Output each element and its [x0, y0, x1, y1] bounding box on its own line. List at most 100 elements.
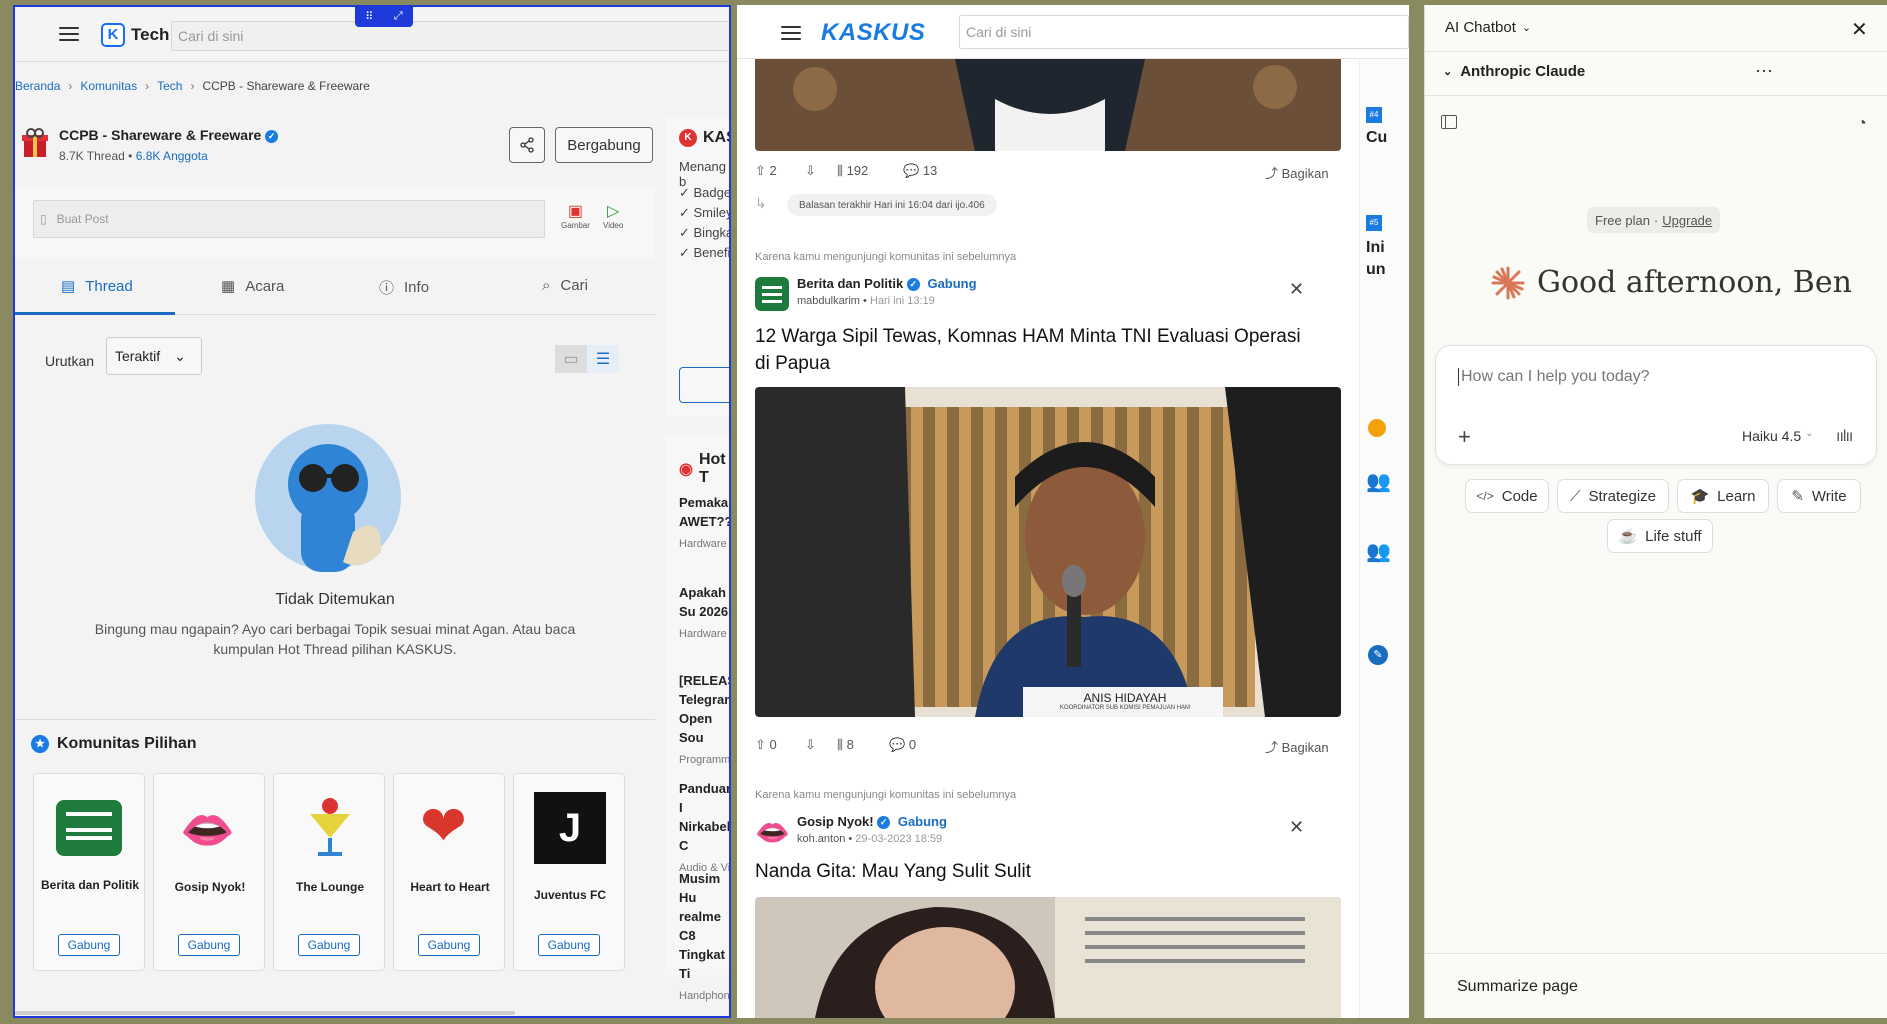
- community-card[interactable]: J Juventus FC Gabung: [513, 773, 625, 971]
- sort-select[interactable]: Teraktif ⌄: [106, 337, 202, 375]
- search-input[interactable]: Cari di sini: [959, 15, 1409, 49]
- post-title[interactable]: Nanda Gita: Mau Yang Sulit Sulit: [755, 861, 1031, 883]
- last-reply-badge[interactable]: Balasan terakhir Hari ini 16:04 dari ijo…: [787, 194, 997, 216]
- hot-thread-item[interactable]: Apakah Su 2026?Hardware C: [679, 583, 729, 644]
- chevron-down-icon: ⌄: [1521, 22, 1532, 34]
- create-post-input[interactable]: ▯ Buat Post: [33, 200, 545, 238]
- rank-badge: #4: [1366, 107, 1382, 123]
- share-button[interactable]: [509, 127, 545, 163]
- upvote-button[interactable]: ⇧ 2: [755, 163, 777, 179]
- summarize-page-button[interactable]: Summarize page: [1457, 978, 1578, 996]
- model-select[interactable]: Haiku 4.5 ⌄: [1742, 428, 1814, 444]
- sidebar-toggle-icon[interactable]: [1441, 115, 1457, 129]
- community-card[interactable]: ❤ Heart to Heart Gabung: [393, 773, 505, 971]
- add-video-button[interactable]: ▷ Video: [603, 201, 623, 230]
- menu-icon[interactable]: [781, 26, 801, 40]
- tab-info[interactable]: ⓘ Info: [379, 277, 429, 298]
- kaskus-logo[interactable]: KASKUS: [821, 19, 925, 47]
- join-link[interactable]: Gabung: [898, 814, 947, 829]
- downvote-icon[interactable]: ⇩: [805, 737, 816, 753]
- lounge-icon: [306, 794, 354, 858]
- card-view-button[interactable]: ▭: [555, 345, 587, 373]
- search-icon: ⌕: [542, 277, 551, 294]
- share-icon: [520, 137, 534, 153]
- community-avatar-news[interactable]: [755, 277, 789, 311]
- join-button[interactable]: Gabung: [178, 934, 240, 956]
- chip-code[interactable]: </> Code: [1465, 479, 1549, 513]
- middle-browser-pane: KASKUS Cari di sini ⇧ 2 ⇩ ⫼ 192 💬 13 ⤴ B…: [737, 5, 1409, 1018]
- chip-life-stuff[interactable]: ☕ Life stuff: [1607, 519, 1713, 553]
- voice-icon[interactable]: ıılıı: [1836, 428, 1853, 446]
- trending-title[interactable]: Cu: [1366, 129, 1387, 147]
- lips-icon: 👄: [180, 806, 235, 855]
- hot-thread-item[interactable]: Musim Hu realme C8 Tingkat Ti Handphone: [679, 869, 729, 1006]
- kaskus-logo-icon[interactable]: K: [101, 23, 125, 47]
- sidebar-button[interactable]: [679, 367, 729, 403]
- post-community[interactable]: Gosip Nyok! ✓ Gabung: [797, 814, 947, 830]
- edit-icon[interactable]: ✎: [1368, 645, 1388, 665]
- menu-icon[interactable]: [59, 27, 79, 41]
- greeting: Good afternoon, Ben: [1491, 265, 1852, 300]
- chatbot-selector[interactable]: AI Chatbot ⌄: [1445, 19, 1531, 36]
- views-count: ⫼ 8: [837, 737, 854, 752]
- upvote-button[interactable]: ⇧ 0: [755, 737, 777, 753]
- empty-description: Bingung mau ngapain? Ayo cari berbagai T…: [94, 621, 576, 657]
- model-group-toggle[interactable]: ⌄ Anthropic Claude: [1443, 63, 1585, 80]
- community-card[interactable]: Berita dan Politik Gabung: [33, 773, 145, 971]
- post-composer: ▯ Buat Post ▣ Gambar ▷ Video: [15, 187, 655, 259]
- comments-button[interactable]: 💬 13: [903, 163, 937, 179]
- horizontal-scrollbar[interactable]: [15, 1011, 515, 1015]
- post-title[interactable]: 12 Warga Sipil Tewas, Komnas HAM Minta T…: [755, 323, 1315, 377]
- divider: [1425, 953, 1887, 954]
- add-image-button[interactable]: ▣ Gambar: [561, 201, 590, 230]
- tab-acara[interactable]: ▦ Acara: [221, 277, 284, 296]
- join-button[interactable]: Gabung: [58, 934, 120, 956]
- chip-write[interactable]: ✎ Write: [1777, 479, 1861, 513]
- share-button[interactable]: ⤴ Bagikan: [1265, 737, 1329, 756]
- video-icon: ▷: [607, 203, 620, 220]
- community-card[interactable]: 👄 Gosip Nyok! Gabung: [153, 773, 265, 971]
- breadcrumb-komunitas[interactable]: Komunitas: [80, 79, 137, 93]
- close-icon[interactable]: ✕: [1289, 817, 1304, 838]
- expand-icon[interactable]: ⤢: [394, 10, 403, 23]
- ghost-icon[interactable]: ◔: [1857, 115, 1867, 133]
- featured-communities: ★ Komunitas Pilihan Berita dan Politik Ga…: [15, 719, 655, 1016]
- share-button[interactable]: ⤴ Bagikan: [1265, 163, 1329, 182]
- join-button[interactable]: Gabung: [298, 934, 360, 956]
- claude-logo-icon: [1491, 266, 1525, 299]
- join-link[interactable]: Gabung: [927, 276, 976, 291]
- chip-strategize[interactable]: ⟋ Strategize: [1557, 479, 1669, 513]
- post-image[interactable]: ANIS HIDAYAH KOORDINATOR SUB KOMISI PEMA…: [755, 387, 1341, 717]
- search-input[interactable]: Cari di sini: [171, 21, 729, 51]
- chat-input[interactable]: How can I help you today?: [1458, 368, 1650, 386]
- add-attachment-icon[interactable]: +: [1458, 424, 1471, 450]
- breadcrumb-beranda[interactable]: Beranda: [15, 79, 60, 93]
- downvote-icon[interactable]: ⇩: [805, 163, 816, 179]
- community-avatar-gosip[interactable]: 👄: [755, 817, 790, 849]
- hot-thread-item[interactable]: Pemakaia AWET???Hardware C: [679, 493, 729, 554]
- site-title: Tech: [131, 25, 170, 44]
- post-community[interactable]: Berita dan Politik ✓ Gabung: [797, 276, 977, 292]
- comments-button[interactable]: 💬 0: [889, 737, 916, 753]
- close-icon[interactable]: ✕: [1851, 17, 1868, 42]
- join-button[interactable]: Gabung: [538, 934, 600, 956]
- join-button[interactable]: Gabung: [418, 934, 480, 956]
- community-card[interactable]: The Lounge Gabung: [273, 773, 385, 971]
- join-community-button[interactable]: Bergabung: [555, 127, 653, 163]
- close-icon[interactable]: ✕: [1289, 279, 1304, 300]
- breadcrumb-current: CCPB - Shareware & Freeware: [202, 79, 370, 93]
- tab-cari[interactable]: ⌕ Cari: [542, 277, 588, 294]
- more-options-icon[interactable]: ⋯: [1755, 61, 1773, 82]
- hot-thread-item[interactable]: Panduan I Nirkabel: C Audio & Vid: [679, 779, 729, 878]
- list-view-button[interactable]: ☰: [587, 345, 619, 373]
- hot-thread-item[interactable]: [RELEASE Telegram Open SouProgramme: [679, 671, 729, 770]
- post-image[interactable]: [755, 59, 1341, 151]
- verified-icon: ✓: [265, 129, 279, 143]
- breadcrumb-tech[interactable]: Tech: [157, 79, 182, 93]
- post-image[interactable]: [755, 897, 1341, 1018]
- upgrade-link[interactable]: Upgrade: [1662, 213, 1712, 228]
- chip-learn[interactable]: 🎓 Learn: [1677, 479, 1769, 513]
- trending-title[interactable]: Ini un: [1366, 237, 1388, 281]
- pane-drag-handle[interactable]: ⠿ ⤢: [355, 7, 413, 27]
- tab-thread[interactable]: ▤ Thread: [61, 277, 133, 296]
